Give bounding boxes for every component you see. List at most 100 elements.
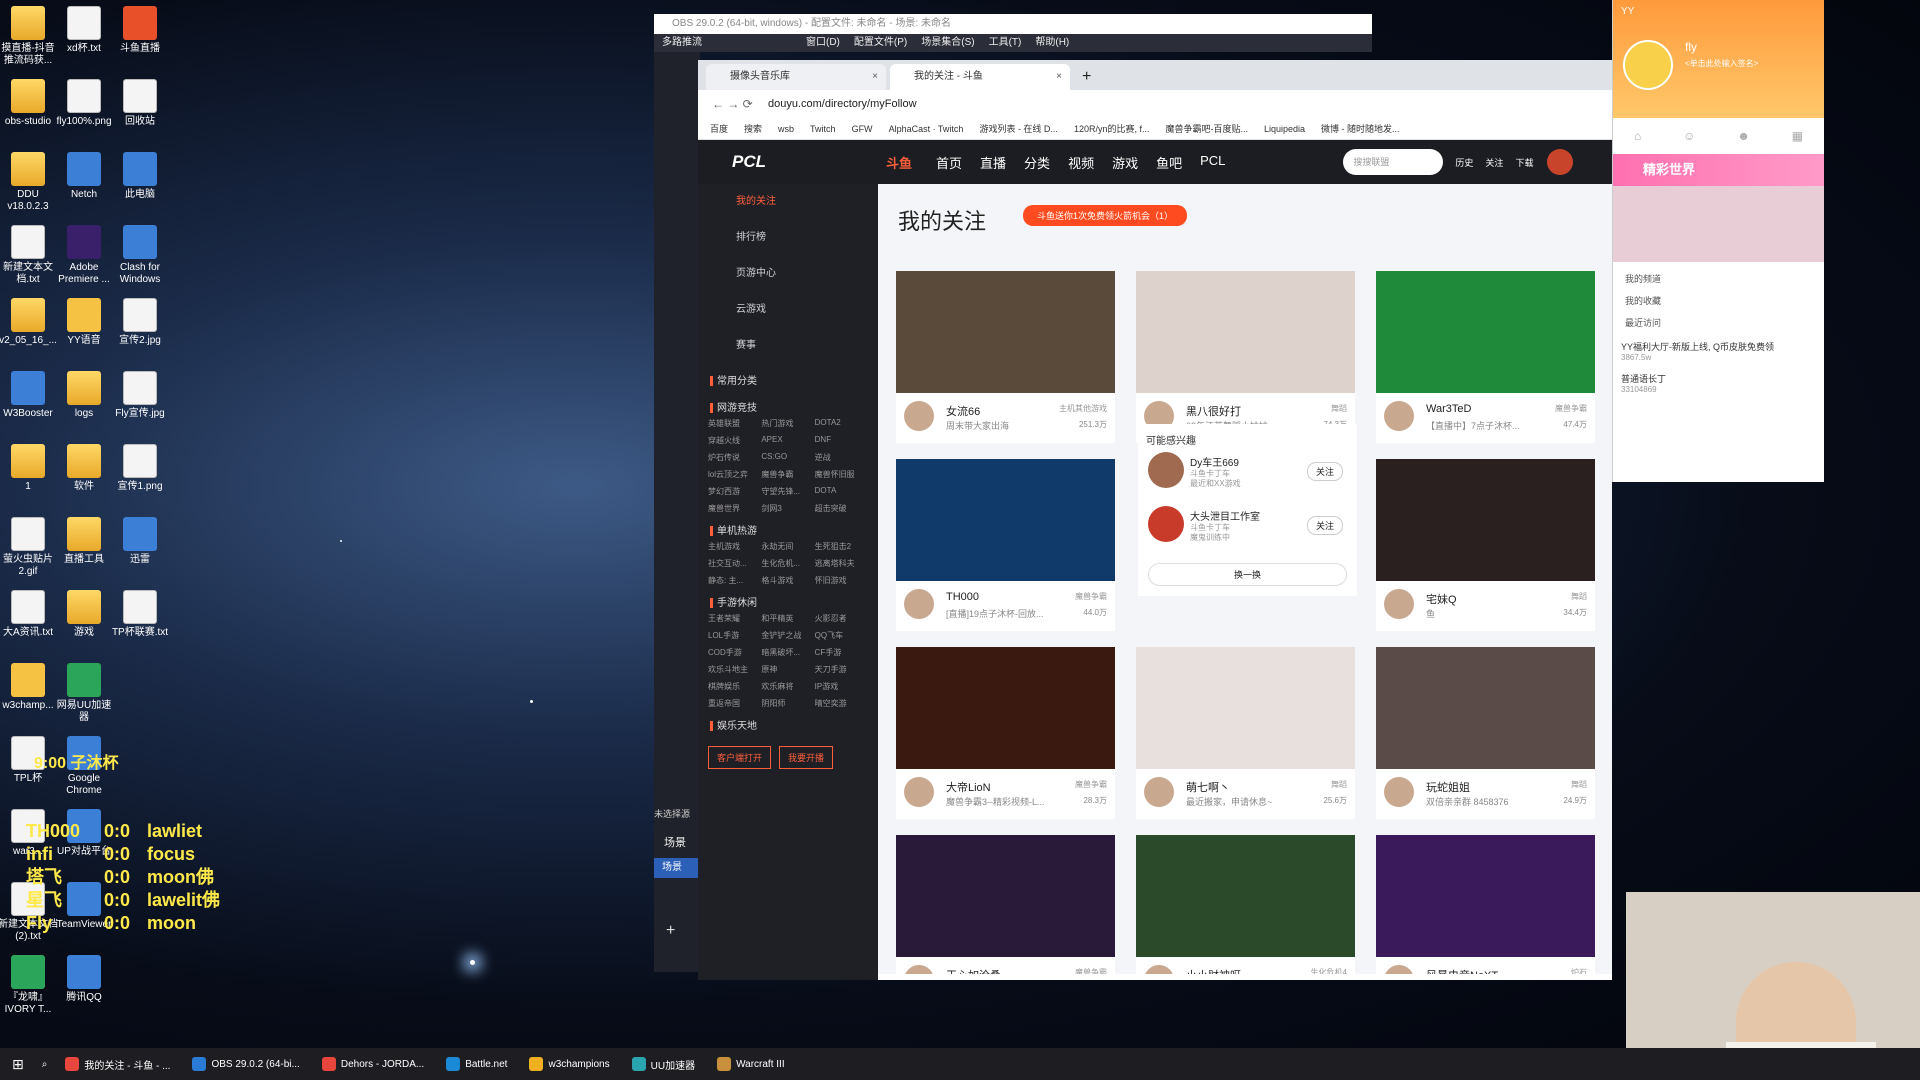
desktop-icon[interactable]: TP杯联赛.txt (110, 590, 170, 639)
yy-recent-item[interactable]: YY福利大厅-新版上线, Q币皮肤免费领 3867.5w (1621, 340, 1816, 362)
desktop-icon[interactable]: 迅雷 (110, 517, 170, 566)
avatar[interactable] (1144, 965, 1174, 974)
follow-icon[interactable]: 关注 (1485, 156, 1503, 169)
stream-category[interactable]: 舞蹈 (1571, 779, 1587, 790)
category-link[interactable]: 生化危机... (761, 558, 814, 569)
stream-thumbnail[interactable] (896, 647, 1115, 769)
category-link[interactable]: 天刀手游 (815, 664, 868, 675)
category-link[interactable]: 生死狙击2 (815, 541, 868, 552)
desktop-icon[interactable]: xd杯.txt (54, 6, 114, 55)
category-link[interactable]: 主机游戏 (708, 541, 761, 552)
category-link[interactable]: 格斗游戏 (761, 575, 814, 586)
desktop-icon[interactable]: Netch (54, 152, 114, 201)
bookmark-item[interactable]: Liquipedia (1264, 118, 1305, 139)
category-link[interactable]: 逃离塔科夫 (815, 558, 868, 569)
stream-card[interactable]: 王心如沧桑 魔兽争霸 (896, 835, 1115, 974)
address-bar[interactable]: ← → ⟳ douyu.com/directory/myFollow (698, 90, 1612, 118)
stream-category[interactable]: 炉石 (1571, 967, 1587, 974)
nav-link[interactable]: 视频 (1068, 153, 1094, 172)
stream-thumbnail[interactable] (896, 835, 1115, 957)
stream-thumbnail[interactable] (896, 271, 1115, 393)
desktop-icon[interactable]: 宣传2.jpg (110, 298, 170, 347)
stream-card[interactable]: 小小财神呀 生化危机4 (1136, 835, 1355, 974)
category-link[interactable]: 重返帝国 (708, 698, 761, 709)
avatar[interactable] (1384, 965, 1414, 974)
desktop-icon[interactable]: 斗鱼直播 (110, 6, 170, 55)
taskbar-item[interactable]: w3champions (529, 1057, 610, 1072)
nav-link[interactable]: 鱼吧 (1156, 153, 1182, 172)
desktop-icon[interactable]: 直播工具 (54, 517, 114, 566)
bookmark-item[interactable]: 搜索 (744, 118, 762, 139)
stream-category[interactable]: 主机其他游戏 (1059, 403, 1107, 414)
taskbar-item[interactable]: OBS 29.0.2 (64-bi... (192, 1057, 300, 1072)
desktop-icon[interactable]: 游戏 (54, 590, 114, 639)
stream-card[interactable]: 风暴电竞NeXT 炉石 (1376, 835, 1595, 974)
stream-card[interactable]: 宅妹Q 鱼 舞蹈 34.4万 (1376, 459, 1595, 631)
browser-tab[interactable]: 摄像头音乐库 × (706, 64, 886, 90)
yy-recent-item[interactable]: 普通语长丁 33104869 (1621, 372, 1816, 394)
stream-card[interactable]: 玩蛇姐姐 双倍亲亲群 8458376 舞蹈 24.9万 (1376, 647, 1595, 819)
streamer-name[interactable]: TH000 (946, 591, 979, 603)
streamer-name[interactable]: 黑八很好打 (1186, 403, 1241, 419)
bookmark-item[interactable]: GFW (852, 118, 873, 139)
history-icon[interactable]: 历史 (1455, 156, 1473, 169)
desktop-icon[interactable]: Fly宣传.jpg (110, 371, 170, 420)
home-icon[interactable]: ⌂ (1634, 129, 1641, 143)
streamer-name[interactable]: 玩蛇姐姐 (1426, 779, 1470, 795)
streamer-name[interactable]: 女流66 (946, 403, 980, 419)
search-icon[interactable]: ⌕ (42, 1059, 48, 1070)
stream-thumbnail[interactable] (1136, 647, 1355, 769)
stream-category[interactable]: 舞蹈 (1331, 403, 1347, 414)
bookmark-item[interactable]: 120R/yn的比赛, f... (1074, 118, 1150, 139)
category-link[interactable]: 原神 (761, 664, 814, 675)
streamer-name[interactable]: War3TeD (1426, 403, 1471, 415)
category-link[interactable]: 热门游戏 (761, 418, 814, 429)
desktop-icon[interactable]: 1 (0, 444, 58, 493)
stream-thumbnail[interactable] (1376, 271, 1595, 393)
desktop-icon[interactable]: obs-studio (0, 79, 58, 128)
download-icon[interactable]: 下载 (1515, 156, 1533, 169)
taskbar-item[interactable]: Warcraft III (717, 1057, 785, 1072)
category-link[interactable]: DNF (815, 435, 868, 446)
nav-link[interactable]: 直播 (980, 153, 1006, 172)
avatar[interactable] (904, 777, 934, 807)
avatar[interactable] (1623, 40, 1673, 90)
category-link[interactable]: 穿越火线 (708, 435, 761, 446)
desktop-icon[interactable]: 软件 (54, 444, 114, 493)
stream-card[interactable]: 萌七啊丶 最近搬家，申请休息~ 舞蹈 25.6万 (1136, 647, 1355, 819)
nav-link[interactable]: PCL (1200, 153, 1225, 172)
desktop-icon[interactable]: w3champ... (0, 663, 58, 712)
avatar[interactable] (904, 401, 934, 431)
stream-category[interactable]: 生化危机4 (1311, 967, 1347, 974)
stream-category[interactable]: 魔兽争霸 (1555, 403, 1587, 414)
pcl-logo[interactable]: PCL (732, 152, 766, 172)
stream-thumbnail[interactable] (896, 459, 1115, 581)
sidebar-item[interactable]: 排行榜 (698, 220, 878, 256)
category-link[interactable]: 静态: 主... (708, 575, 761, 586)
start-live-button[interactable]: 我要开播 (779, 746, 834, 769)
promo-badge[interactable]: 斗鱼送你1次免费领火箭机会（1） (1023, 205, 1188, 226)
avatar[interactable] (1148, 452, 1184, 488)
avatar[interactable] (1148, 506, 1184, 542)
user-icon[interactable]: ☺ (1683, 129, 1695, 143)
taskbar-item[interactable]: Battle.net (446, 1057, 507, 1072)
group-icon[interactable]: ☻ (1737, 129, 1750, 143)
sidebar-section-title[interactable]: 手游休闲 (698, 586, 878, 613)
category-link[interactable]: APEX (761, 435, 814, 446)
category-link[interactable]: 和平精英 (761, 613, 814, 624)
sidebar-section-title[interactable]: 网游竞技 (698, 391, 878, 418)
category-link[interactable]: DOTA2 (815, 418, 868, 429)
category-link[interactable]: COD手游 (708, 647, 761, 658)
sidebar-item[interactable]: 云游戏 (698, 292, 878, 328)
category-link[interactable]: CS:GO (761, 452, 814, 463)
desktop-icon[interactable]: 『龙啸』IVORY T... (0, 955, 58, 1016)
category-link[interactable]: 棋牌娱乐 (708, 681, 761, 692)
streamer-name[interactable]: 萌七啊丶 (1186, 779, 1230, 795)
search-input[interactable]: 搜搜联盟 (1343, 149, 1444, 175)
category-link[interactable]: 金铲铲之战 (761, 630, 814, 641)
stream-thumbnail[interactable] (1136, 835, 1355, 957)
obs-scene-item[interactable]: 场景 (654, 858, 700, 878)
category-link[interactable]: 欢乐斗地主 (708, 664, 761, 675)
windows-start-icon[interactable]: ⊞ (12, 1056, 24, 1073)
stream-thumbnail[interactable] (1376, 835, 1595, 957)
